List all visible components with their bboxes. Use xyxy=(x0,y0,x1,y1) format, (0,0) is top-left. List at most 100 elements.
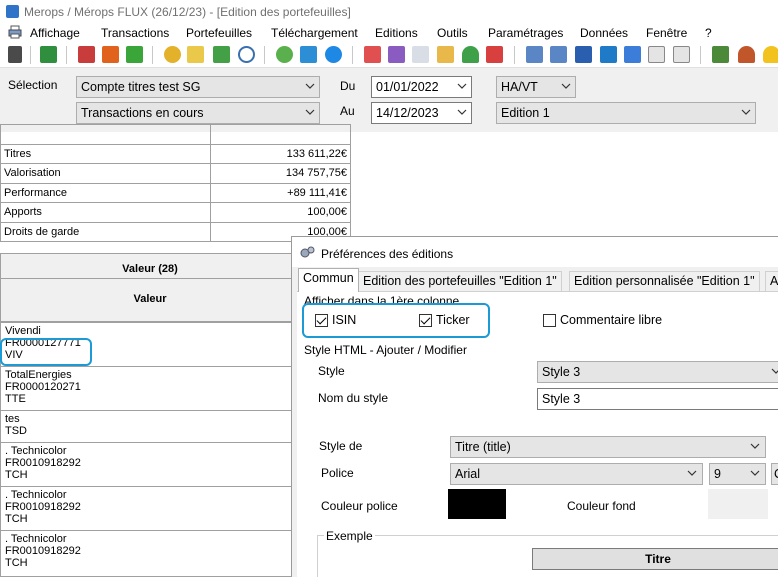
font-color-swatch[interactable] xyxy=(448,489,506,519)
style-de-label: Style de xyxy=(319,439,363,453)
chevron-down-icon xyxy=(750,443,760,449)
table-row[interactable]: . Technicolor FR0010918292 TCH xyxy=(0,442,300,487)
stack-icon[interactable] xyxy=(712,46,729,63)
download-icon[interactable] xyxy=(40,46,57,63)
coins-icon[interactable] xyxy=(164,46,181,63)
columns-icon[interactable] xyxy=(437,46,454,63)
value-ticker: TCH xyxy=(5,557,28,569)
summary-label: Valorisation xyxy=(0,163,211,184)
style-select[interactable]: Style 3 xyxy=(537,361,778,383)
style-name-value: Style 3 xyxy=(542,392,581,406)
chevron-down-icon xyxy=(457,83,467,89)
chevron-down-icon xyxy=(750,470,760,476)
value-name: . Technicolor xyxy=(5,445,67,457)
window-icon[interactable] xyxy=(624,46,641,63)
bell-icon[interactable] xyxy=(763,46,778,63)
selection-label: Sélection xyxy=(8,78,58,92)
toolbar-separator xyxy=(700,46,701,64)
menu-outils[interactable]: Outils xyxy=(437,26,468,40)
example-group: Exemple Titre xyxy=(317,529,778,577)
euro-orange-icon[interactable] xyxy=(102,46,119,63)
user-icon[interactable] xyxy=(738,46,755,63)
checklist-icon[interactable] xyxy=(213,46,230,63)
menu-affichage[interactable]: Affichage xyxy=(30,26,80,40)
filter-bar: Sélection Compte titres test SG Transact… xyxy=(0,68,778,132)
gears-icon xyxy=(300,246,315,258)
chevron-down-icon xyxy=(741,109,751,115)
chevron-down-icon xyxy=(687,470,697,476)
isin-ticker-highlight xyxy=(0,338,92,366)
table-row[interactable]: . Technicolor FR0010918292 TCH xyxy=(0,486,300,531)
tab-edition-portefeuilles[interactable]: Edition des portefeuilles "Edition 1" xyxy=(358,271,562,291)
target-icon[interactable] xyxy=(325,46,342,63)
euro-green-icon[interactable] xyxy=(126,46,143,63)
wallet-icon[interactable] xyxy=(78,46,95,63)
toolbar-separator xyxy=(152,46,153,64)
printer-icon[interactable] xyxy=(8,25,22,39)
menu-bar: Affichage Transactions Portefeuilles Tél… xyxy=(0,24,778,42)
menu-parametrages[interactable]: Paramétrages xyxy=(488,26,563,40)
calendar-icon[interactable] xyxy=(486,46,503,63)
summary-label: Performance xyxy=(0,182,211,203)
chevron-down-icon xyxy=(305,83,315,89)
print-icon[interactable] xyxy=(526,46,543,63)
menu-portefeuilles[interactable]: Portefeuilles xyxy=(186,26,252,40)
window-title: Merops / Mérops FLUX (26/12/23) - [Editi… xyxy=(24,5,351,19)
print-preview-icon[interactable] xyxy=(550,46,567,63)
font-size-value: 9 xyxy=(714,467,721,481)
summary-label: Droits de garde xyxy=(0,221,211,242)
checkbox-highlight xyxy=(302,303,490,338)
transactions-value: Transactions en cours xyxy=(81,106,204,120)
font-size-select[interactable]: 9 xyxy=(709,463,766,485)
tab-commun[interactable]: Commun xyxy=(298,268,359,292)
transactions-select[interactable]: Transactions en cours xyxy=(76,102,320,124)
chevron-down-icon xyxy=(305,109,315,115)
area-chart-purple-icon[interactable] xyxy=(388,46,405,63)
style-de-select[interactable]: Titre (title) xyxy=(450,436,766,458)
area-chart-red-icon[interactable] xyxy=(364,46,381,63)
style-label: Style xyxy=(318,364,345,378)
comment-checkbox[interactable] xyxy=(543,314,556,327)
umbrella-icon[interactable] xyxy=(462,46,479,63)
table-row[interactable]: TotalEnergies FR0000120271 TTE xyxy=(0,366,300,411)
value-name: TotalEnergies xyxy=(5,369,72,381)
spreadsheet-icon[interactable] xyxy=(600,46,617,63)
background-color-swatch[interactable] xyxy=(708,489,768,519)
money-bag-icon[interactable] xyxy=(187,46,204,63)
tab-edition-personnalisee[interactable]: Edition personnalisée "Edition 1" xyxy=(569,271,760,291)
example-label: Exemple xyxy=(324,529,375,543)
tab-more[interactable]: A xyxy=(765,271,778,291)
table-row xyxy=(0,124,351,145)
menu-help[interactable]: ? xyxy=(705,26,712,40)
value-ticker: TTE xyxy=(5,393,26,405)
menu-editions[interactable]: Editions xyxy=(375,26,418,40)
list-icon[interactable] xyxy=(412,46,429,63)
mode-select[interactable]: HA/VT xyxy=(496,76,576,98)
date-from-picker[interactable]: 01/01/2022 xyxy=(371,76,472,98)
summary-label: Titres xyxy=(0,143,211,164)
menu-telechargement[interactable]: Téléchargement xyxy=(271,26,358,40)
menu-donnees[interactable]: Données xyxy=(580,26,628,40)
police-value: Arial xyxy=(455,467,481,481)
edition-select[interactable]: Edition 1 xyxy=(496,102,756,124)
font-style-select[interactable]: C xyxy=(771,463,778,485)
table-row[interactable]: tes TSD xyxy=(0,410,300,443)
gear-chart-icon[interactable] xyxy=(300,46,317,63)
menu-transactions[interactable]: Transactions xyxy=(101,26,169,40)
police-select[interactable]: Arial xyxy=(450,463,703,485)
summary-table: Titres 133 611,22€ Valorisation 134 757,75… xyxy=(0,124,351,242)
clock-icon[interactable] xyxy=(238,46,255,63)
pie-chart-icon[interactable] xyxy=(276,46,293,63)
save-icon[interactable] xyxy=(575,46,592,63)
police-label: Police xyxy=(321,466,354,480)
account-select[interactable]: Compte titres test SG xyxy=(76,76,320,98)
date-to-picker[interactable]: 14/12/2023 xyxy=(371,102,472,124)
menu-fenetre[interactable]: Fenêtre xyxy=(646,26,687,40)
blank-doc-icon[interactable] xyxy=(648,46,665,63)
date-to-label: Au xyxy=(340,104,355,118)
settings-doc-icon[interactable] xyxy=(673,46,690,63)
toolbar-separator xyxy=(352,46,353,64)
value-name: . Technicolor xyxy=(5,533,67,545)
style-name-input[interactable]: Style 3 xyxy=(537,388,778,410)
table-row[interactable]: . Technicolor FR0010918292 TCH xyxy=(0,530,300,577)
